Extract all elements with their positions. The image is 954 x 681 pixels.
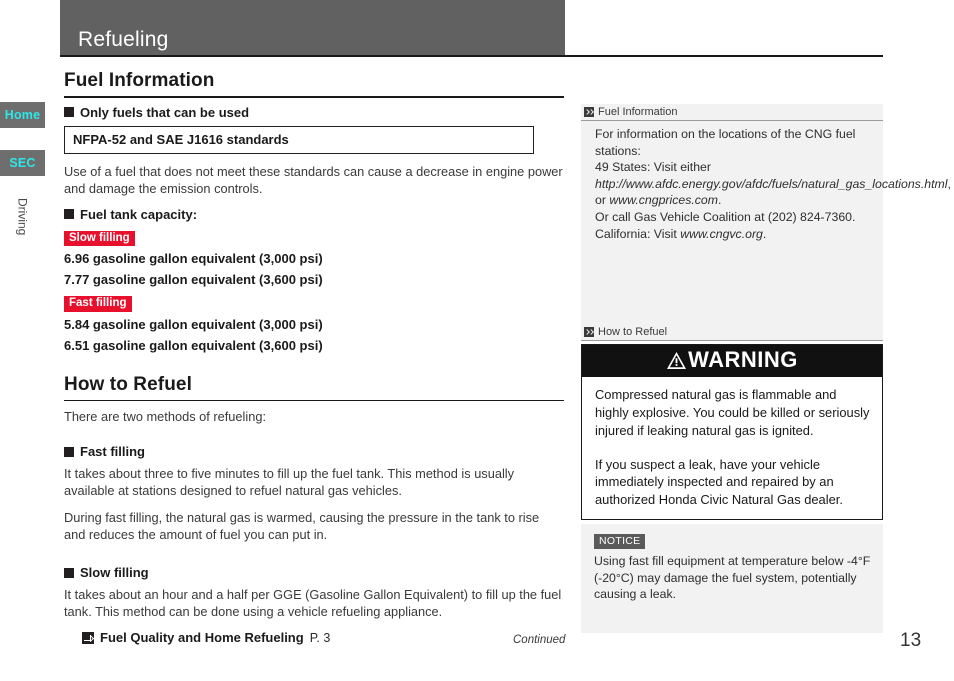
continued-label: Continued bbox=[513, 634, 566, 646]
cross-reference-page: P. 3 bbox=[309, 630, 331, 645]
warning-triangle-icon bbox=[666, 351, 687, 370]
page-title: Refueling bbox=[78, 28, 169, 51]
notice-panel: NOTICE Using fast fill equipment at temp… bbox=[581, 523, 883, 633]
note-line-1: For information on the locations of the … bbox=[595, 127, 856, 158]
sidebar-tab-sec[interactable]: SEC bbox=[0, 150, 45, 176]
note-panel-fuel-information: Fuel Information For information on the … bbox=[581, 104, 951, 342]
warning-paragraph-1: Compressed natural gas is flammable and … bbox=[595, 387, 870, 438]
note-header-label: How to Refuel bbox=[598, 326, 668, 339]
sidebar-tab-home[interactable]: Home bbox=[0, 102, 45, 128]
main-content-column: Fuel Information Only fuels that can be … bbox=[64, 70, 564, 645]
paragraph-fast-filling-1: It takes about three to five minutes to … bbox=[64, 466, 515, 499]
section-divider bbox=[64, 399, 564, 402]
notice-text: Using fast fill equipment at temperature… bbox=[594, 553, 871, 602]
subheading-only-fuels: Only fuels that can be used bbox=[64, 105, 564, 120]
note-url-afdc[interactable]: http://www.afdc.energy.gov/afdc/fuels/na… bbox=[595, 177, 947, 191]
capacity-slow-3600: 7.77 gasoline gallon equivalent (3,600 p… bbox=[64, 272, 323, 288]
section-divider bbox=[64, 96, 564, 98]
badge-slow-filling: Slow filling bbox=[64, 230, 135, 247]
sidebar-chapter-label: Driving bbox=[15, 198, 30, 236]
sidebar-chapter-tab[interactable]: Driving bbox=[0, 182, 45, 252]
subheading-fuel-tank-capacity: Fuel tank capacity: bbox=[64, 207, 564, 222]
warning-paragraph-2: If you suspect a leak, have your vehicle… bbox=[595, 456, 843, 508]
subheading-fast-filling-label: Fast filling bbox=[80, 444, 145, 460]
bullet-square-icon bbox=[64, 209, 74, 220]
note-line-3: Or call Gas Vehicle Coalition at (202) 8… bbox=[595, 209, 856, 224]
notice-badge: NOTICE bbox=[594, 533, 646, 549]
bullet-square-icon bbox=[64, 446, 74, 457]
sidebar-tab-sec-label: SEC bbox=[9, 156, 36, 170]
bullet-square-icon bbox=[64, 567, 74, 578]
subheading-slow-filling: Slow filling bbox=[64, 565, 564, 580]
sidebar-tab-home-label: Home bbox=[4, 108, 41, 122]
note-line-4-prefix: California: Visit bbox=[595, 226, 681, 241]
note-header-how-to-refuel: How to Refuel bbox=[581, 324, 883, 342]
paragraph-refuel-intro: There are two methods of refueling: bbox=[64, 409, 267, 425]
header-divider bbox=[60, 55, 883, 57]
note-body-fuel-information: For information on the locations of the … bbox=[581, 121, 951, 250]
subheading-fuel-tank-capacity-label: Fuel tank capacity: bbox=[80, 206, 198, 222]
paragraph-fast-filling-2: During fast filling, the natural gas is … bbox=[64, 510, 540, 543]
page-number: 13 bbox=[900, 630, 922, 651]
note-line-4-suffix: . bbox=[762, 226, 767, 241]
section-title-fuel-information: Fuel Information bbox=[64, 70, 215, 91]
note-url-cngvc[interactable]: www.cngvc.org bbox=[680, 227, 763, 241]
cross-reference-label: Fuel Quality and Home Refueling bbox=[100, 630, 304, 646]
warning-body: Compressed natural gas is flammable and … bbox=[582, 377, 882, 519]
paragraph-slow-filling-1: It takes about an hour and a half per GG… bbox=[64, 587, 562, 620]
double-chevron-icon bbox=[584, 107, 594, 117]
cross-reference-link[interactable]: Fuel Quality and Home Refueling P. 3 bbox=[82, 630, 564, 645]
double-chevron-icon bbox=[584, 327, 594, 338]
jump-arrow-icon bbox=[82, 631, 94, 644]
note-spacer bbox=[581, 250, 883, 324]
subheading-slow-filling-label: Slow filling bbox=[80, 565, 149, 581]
warning-header: WARNING bbox=[582, 345, 882, 378]
paragraph-fuel-standards: Use of a fuel that does not meet these s… bbox=[64, 163, 563, 196]
standards-box: NFPA-52 and SAE J1616 standards bbox=[64, 125, 534, 154]
page-header-bar: Refueling bbox=[60, 0, 565, 55]
capacity-slow-3000: 6.96 gasoline gallon equivalent (3,000 p… bbox=[64, 251, 323, 267]
note-header-label: Fuel Information bbox=[598, 106, 678, 118]
sidebar: Home SEC Driving bbox=[0, 0, 45, 681]
section-title-how-to-refuel: How to Refuel bbox=[64, 373, 192, 395]
note-url-cngprices[interactable]: www.cngprices.com bbox=[609, 193, 718, 207]
capacity-fast-3000: 5.84 gasoline gallon equivalent (3,000 p… bbox=[64, 316, 323, 332]
sidebar-notes-column: Fuel Information For information on the … bbox=[581, 104, 951, 633]
warning-title: WARNING bbox=[688, 347, 798, 373]
note-header-fuel-information: Fuel Information bbox=[581, 104, 883, 121]
note-line-2-prefix: 49 States: Visit either bbox=[595, 160, 711, 175]
note-line-2-suffix: . bbox=[718, 193, 722, 208]
badge-fast-filling: Fast filling bbox=[64, 296, 132, 312]
subheading-only-fuels-label: Only fuels that can be used bbox=[80, 104, 250, 120]
warning-box: WARNING Compressed natural gas is flamma… bbox=[581, 344, 883, 520]
bullet-square-icon bbox=[64, 107, 74, 117]
subheading-fast-filling: Fast filling bbox=[64, 444, 564, 459]
capacity-fast-3600: 6.51 gasoline gallon equivalent (3,600 p… bbox=[64, 337, 323, 353]
